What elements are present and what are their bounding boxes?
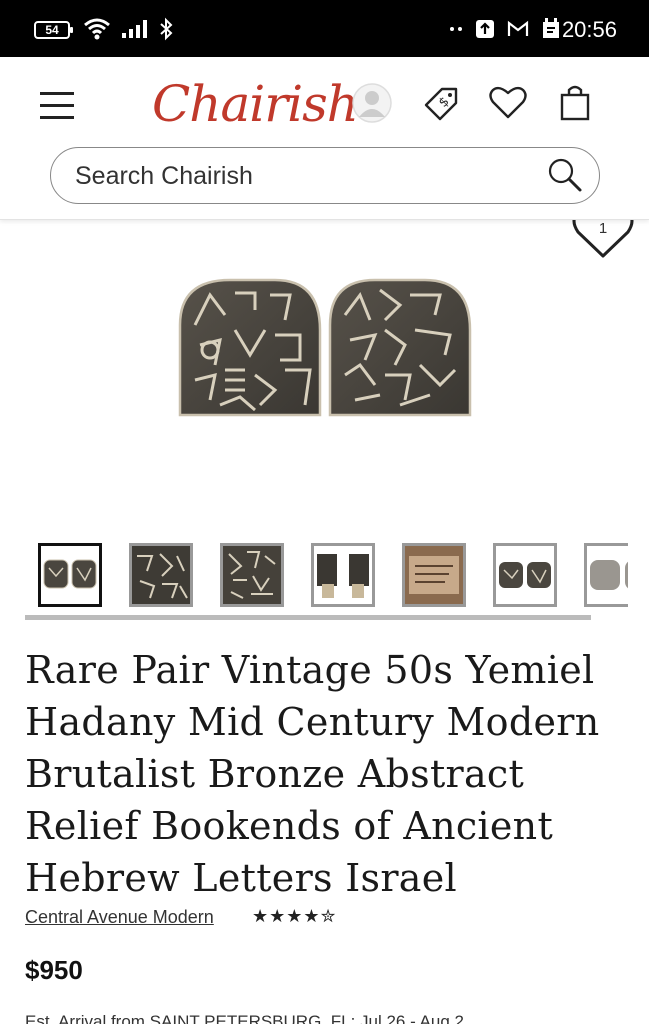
thumbnail-6[interactable]	[493, 543, 557, 607]
wifi-icon	[84, 18, 110, 40]
heart-icon[interactable]	[486, 81, 530, 125]
search-icon[interactable]	[545, 156, 585, 196]
thumbnail-scrollbar[interactable]	[25, 615, 591, 620]
product-price: $950	[25, 955, 83, 985]
signal-icon	[122, 20, 147, 38]
more-notifications-icon	[450, 27, 462, 31]
favorite-count: 1	[598, 220, 608, 237]
search-input[interactable]	[75, 160, 515, 192]
site-header: Chairish $	[0, 57, 649, 220]
seller-link[interactable]: Central Avenue Modern	[25, 907, 214, 928]
account-icon[interactable]	[350, 81, 394, 125]
thumbnail-4[interactable]	[311, 543, 375, 607]
site-logo[interactable]: Chairish	[152, 75, 359, 133]
product-title: Rare Pair Vintage 50s Yemiel Hadany Mid …	[25, 648, 600, 900]
estimated-arrival: Est. Arrival from SAINT PETERSBURG, FL: …	[25, 1012, 464, 1024]
calendar-icon	[543, 18, 559, 38]
battery-indicator: 54	[34, 21, 73, 39]
thumbnail-strip	[38, 543, 628, 607]
seller-rating: ★★★★✮	[252, 906, 337, 927]
thumbnail-1[interactable]	[38, 543, 102, 607]
thumbnail-7[interactable]	[584, 543, 628, 607]
thumbnail-5[interactable]	[402, 543, 466, 607]
product-main-image[interactable]	[160, 265, 490, 435]
gmail-icon	[507, 20, 529, 36]
thumbnail-3[interactable]	[220, 543, 284, 607]
menu-icon[interactable]	[40, 92, 76, 120]
price-tag-icon[interactable]: $	[420, 81, 464, 125]
shopping-bag-icon[interactable]	[553, 81, 597, 125]
clock: 20:56	[561, 17, 617, 42]
status-bar: 54 20:56	[0, 0, 649, 57]
upload-icon	[476, 20, 494, 38]
search-bar[interactable]	[50, 147, 600, 204]
bluetooth-icon	[160, 17, 173, 41]
thumbnail-2[interactable]	[129, 543, 193, 607]
